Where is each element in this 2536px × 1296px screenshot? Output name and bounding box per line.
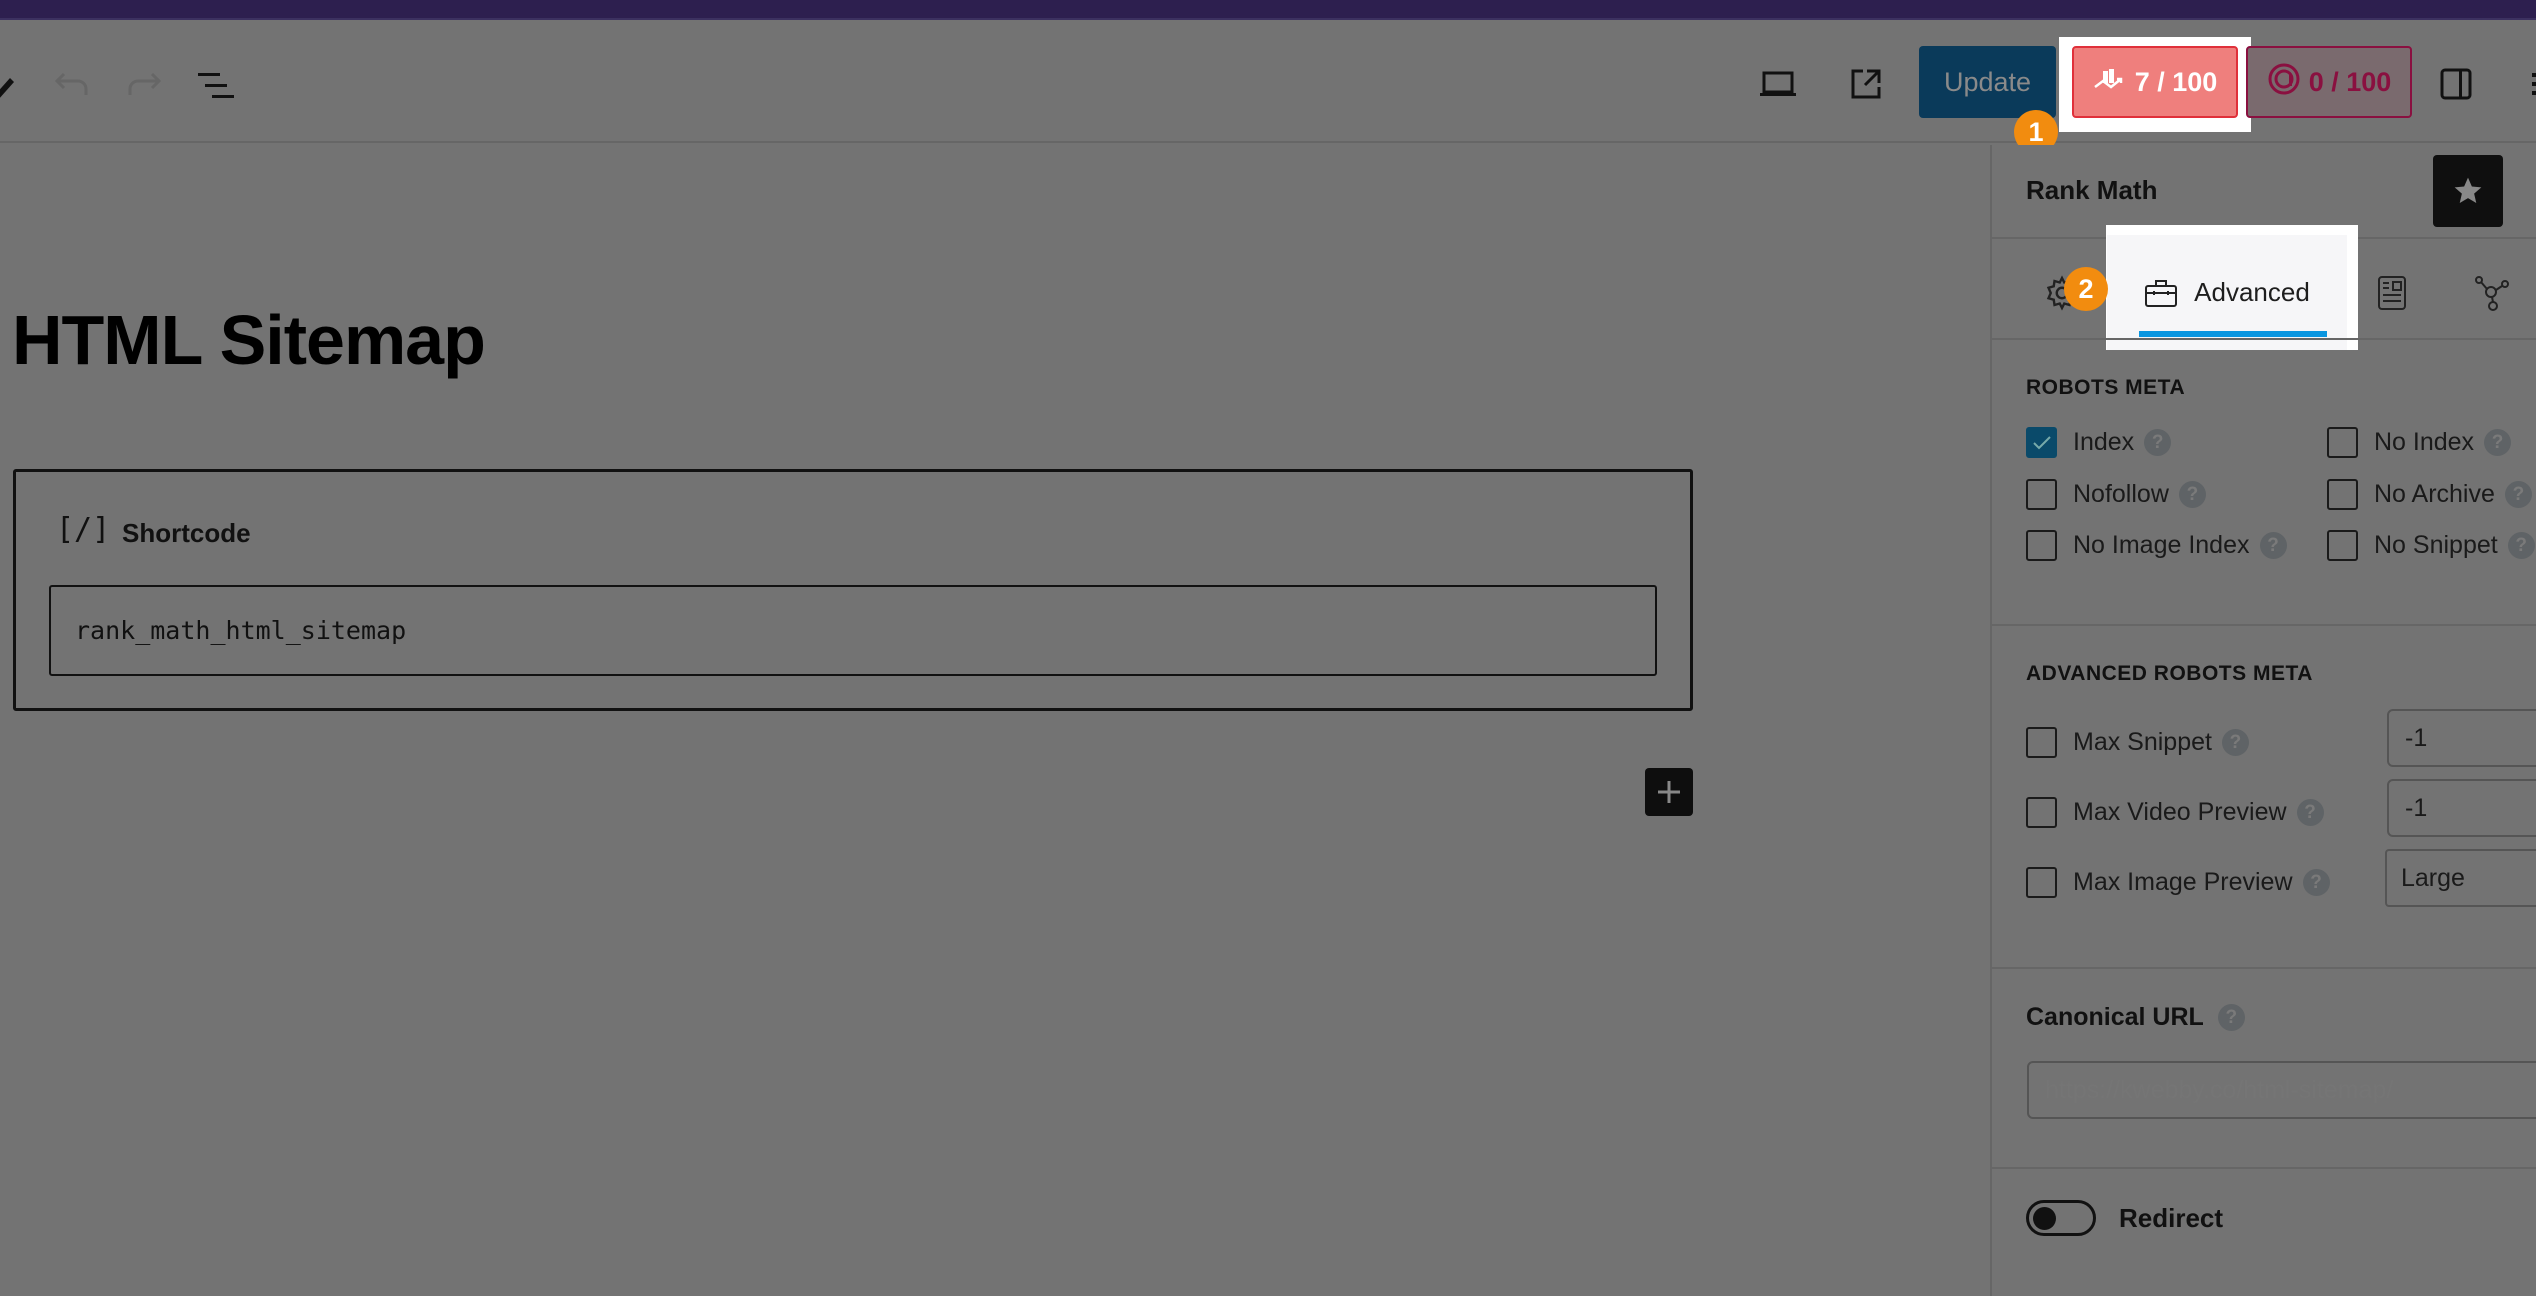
help-icon[interactable]: ? xyxy=(2507,532,2535,559)
checkbox[interactable] xyxy=(2026,797,2057,828)
list-view-icon[interactable] xyxy=(194,62,238,106)
sidebar-toggle-icon[interactable] xyxy=(2434,62,2478,106)
tab-schema[interactable] xyxy=(2362,245,2422,340)
redirect-toggle[interactable] xyxy=(2026,1200,2096,1236)
divider xyxy=(1992,1167,2536,1169)
checkbox-nofollow[interactable]: Nofollow ? xyxy=(2026,479,2206,510)
max-snippet-input[interactable] xyxy=(2387,709,2536,767)
checkbox[interactable] xyxy=(2026,530,2057,561)
plus-icon xyxy=(1658,781,1680,803)
checkbox-max-video-preview[interactable]: Max Video Preview ? xyxy=(2026,797,2324,828)
help-icon[interactable]: ? xyxy=(2484,429,2512,456)
checkbox-label: Max Image Preview xyxy=(2073,868,2293,896)
redo-icon[interactable] xyxy=(122,62,166,106)
schema-icon xyxy=(2378,275,2406,310)
shortcode-label: Shortcode xyxy=(122,518,251,548)
content-ai-icon xyxy=(2267,62,2301,103)
seo-score-value: 7 / 100 xyxy=(2134,66,2218,97)
checkbox[interactable] xyxy=(2026,867,2057,898)
checkbox-index[interactable]: Index ? xyxy=(2026,427,2172,458)
content-ai-score-button[interactable]: 0 / 100 xyxy=(2246,46,2412,118)
external-link-icon[interactable] xyxy=(1844,62,1888,106)
window-top-strip xyxy=(0,0,2536,20)
favorite-star-button[interactable] xyxy=(2433,155,2503,227)
page-title[interactable]: HTML Sitemap xyxy=(12,300,486,380)
checkbox-label: No Archive xyxy=(2374,480,2495,508)
help-icon[interactable]: ? xyxy=(2259,532,2287,559)
social-share-icon xyxy=(2475,275,2509,311)
shortcode-input[interactable] xyxy=(49,585,1657,676)
step-badge-2: 2 xyxy=(2064,267,2108,311)
help-icon[interactable]: ? xyxy=(2221,729,2249,756)
canonical-url-input[interactable] xyxy=(2027,1061,2536,1119)
redirect-label: Redirect xyxy=(2119,1203,2224,1233)
checkbox-label: Index xyxy=(2073,428,2135,456)
help-icon[interactable]: ? xyxy=(2178,481,2206,508)
tab-advanced-label: Advanced xyxy=(2194,277,2310,307)
divider xyxy=(1992,338,2536,340)
checkbox-label: Max Snippet xyxy=(2073,728,2212,756)
max-image-preview-select[interactable]: Large xyxy=(2385,849,2536,907)
shortcode-icon: [/] xyxy=(56,512,111,547)
canonical-url-label: Canonical URL ? xyxy=(2026,1003,2245,1032)
checkbox-noindex[interactable]: No Index ? xyxy=(2327,427,2512,458)
toolbox-icon xyxy=(2145,279,2178,307)
checkbox[interactable] xyxy=(2327,427,2358,458)
checkbox[interactable] xyxy=(2026,727,2057,758)
seo-score-button[interactable]: 7 / 100 xyxy=(2072,46,2238,118)
checkbox[interactable] xyxy=(2026,427,2057,458)
canonical-label-text: Canonical URL xyxy=(2026,1003,2204,1031)
rank-math-sidebar: Rank Math Advanced 2 ROBOTS META Index ?… xyxy=(1990,145,2536,1296)
sidebar-title: Rank Math xyxy=(2026,175,2158,205)
checkbox-label: No Snippet xyxy=(2374,531,2498,559)
help-icon[interactable]: ? xyxy=(2217,1004,2245,1031)
divider xyxy=(1992,967,2536,969)
help-icon[interactable]: ? xyxy=(2296,799,2324,826)
shortcode-block[interactable]: [/] Shortcode xyxy=(13,469,1693,711)
help-icon[interactable]: ? xyxy=(2302,869,2330,896)
active-tab-indicator xyxy=(2139,331,2327,337)
checkbox-max-snippet[interactable]: Max Snippet ? xyxy=(2026,727,2249,758)
checkbox-label: No Image Index xyxy=(2073,531,2250,559)
checkbox[interactable] xyxy=(2327,479,2358,510)
checkbox-label: Nofollow xyxy=(2073,480,2169,508)
checkbox-noimageindex[interactable]: No Image Index ? xyxy=(2026,530,2287,561)
checkbox-max-image-preview[interactable]: Max Image Preview ? xyxy=(2026,867,2330,898)
checkbox-label: Max Video Preview xyxy=(2073,798,2287,826)
edit-icon[interactable] xyxy=(0,62,20,102)
undo-icon[interactable] xyxy=(50,62,94,106)
max-video-preview-input[interactable] xyxy=(2387,779,2536,837)
checkbox[interactable] xyxy=(2327,530,2358,561)
checkbox[interactable] xyxy=(2026,479,2057,510)
desktop-preview-icon[interactable] xyxy=(1756,62,1800,106)
select-value: Large xyxy=(2401,863,2465,892)
checkbox-noarchive[interactable]: No Archive ? xyxy=(2327,479,2532,510)
update-button[interactable]: Update xyxy=(1919,46,2056,118)
checkbox-nosnippet[interactable]: No Snippet ? xyxy=(2327,530,2535,561)
more-options-icon[interactable] xyxy=(2522,62,2536,106)
seo-chart-icon xyxy=(2093,67,2125,98)
editor-canvas: HTML Sitemap [/] Shortcode xyxy=(0,145,1990,1296)
robots-meta-title: ROBOTS META xyxy=(2026,376,2186,399)
checkbox-label: No Index xyxy=(2374,428,2475,456)
ai-score-value: 0 / 100 xyxy=(2308,66,2392,97)
star-icon xyxy=(2454,177,2482,203)
help-icon[interactable]: ? xyxy=(2504,481,2532,508)
divider xyxy=(1992,624,2536,626)
toggle-knob xyxy=(2033,1207,2056,1230)
checkmark-icon xyxy=(2032,435,2051,449)
help-icon[interactable]: ? xyxy=(2144,429,2172,456)
add-block-button[interactable] xyxy=(1645,768,1693,816)
tab-social[interactable] xyxy=(2462,245,2522,340)
advanced-robots-meta-title: ADVANCED ROBOTS META xyxy=(2026,662,2313,685)
